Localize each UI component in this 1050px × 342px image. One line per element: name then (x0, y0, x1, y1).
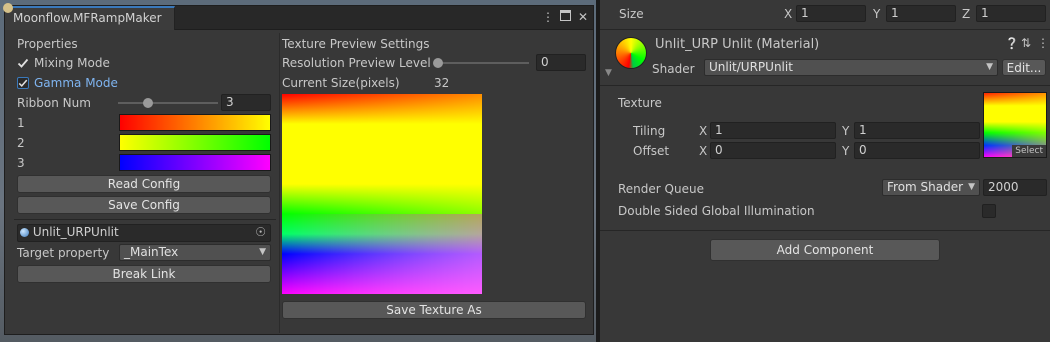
double-sided-gi-checkbox[interactable] (982, 204, 996, 218)
tiling-label: Tiling (633, 124, 666, 138)
section-divider (14, 219, 276, 220)
texture-thumbnail[interactable]: Select (983, 92, 1047, 158)
offset-label: Offset (633, 144, 670, 158)
add-component-button[interactable]: Add Component (710, 239, 940, 261)
ramp-1-gradient[interactable] (119, 114, 271, 131)
ramp-3-gradient[interactable] (119, 154, 271, 171)
mixing-mode-checkbox[interactable] (17, 57, 29, 69)
kebab-menu-icon[interactable]: ⋮ (1037, 36, 1049, 50)
render-queue-label: Render Queue (618, 182, 704, 196)
read-config-button[interactable]: Read Config (17, 175, 271, 193)
current-size-label: Current Size(pixels) (282, 76, 400, 90)
ribbon-num-slider-knob[interactable] (143, 98, 153, 108)
render-queue-field[interactable]: 2000 (983, 179, 1047, 196)
add-component-divider (600, 230, 1050, 231)
size-z-field[interactable]: 1 (976, 5, 1046, 22)
chevron-down-icon: ▼ (968, 182, 975, 192)
ramp-3-label: 3 (17, 156, 25, 170)
current-size-value: 32 (434, 76, 450, 90)
foldout-arrow-icon[interactable]: ▼ (605, 68, 612, 78)
size-y-field[interactable]: 1 (886, 5, 956, 22)
tiling-x-label: X (699, 124, 708, 138)
select-texture-button[interactable]: Select (1012, 145, 1046, 157)
gamma-mode-label: Gamma Mode (34, 76, 118, 90)
window-title: Moonflow.MFRampMaker (13, 11, 162, 25)
resolution-level-field[interactable]: 0 (536, 54, 586, 71)
offset-y-label: Y (842, 144, 850, 158)
shader-value: Unlit/URPUnlit (709, 60, 793, 74)
offset-x-field[interactable]: 0 (710, 142, 836, 159)
component-divider (600, 29, 1050, 30)
resolution-level-slider-knob[interactable] (433, 58, 443, 68)
gamma-mode-checkbox[interactable] (17, 77, 29, 89)
window-tab[interactable]: Moonflow.MFRampMaker (5, 6, 175, 30)
window-badge-icon (3, 3, 13, 13)
render-queue-dropdown[interactable]: From Shader ▼ (882, 179, 980, 196)
properties-heading: Properties (17, 37, 78, 51)
close-icon[interactable]: ✕ (576, 10, 590, 24)
ribbon-num-slider[interactable] (118, 102, 218, 104)
offset-x-label: X (699, 144, 708, 158)
material-preview-icon (615, 37, 647, 69)
target-property-dropdown[interactable]: _MainTex ▼ (119, 244, 271, 261)
double-sided-gi-label: Double Sided Global Illumination (618, 204, 815, 218)
window-titlebar[interactable]: Moonflow.MFRampMaker ⋮ ✕ (5, 6, 593, 30)
mixing-mode-label: Mixing Mode (34, 56, 110, 70)
save-config-button[interactable]: Save Config (17, 196, 271, 214)
break-link-button[interactable]: Break Link (17, 265, 271, 283)
help-icon[interactable]: ❔ (1005, 37, 1019, 50)
material-field-value: Unlit_URPUnlit (32, 225, 119, 239)
texture-preview-panel: Texture Preview Settings Resolution Prev… (279, 33, 589, 333)
render-queue-mode: From Shader (887, 180, 964, 194)
tiling-y-label: Y (842, 124, 850, 138)
material-divider (600, 85, 1050, 86)
ribbon-num-field[interactable]: 3 (221, 94, 271, 111)
edit-shader-button[interactable]: Edit... (1002, 59, 1046, 76)
texture-label: Texture (618, 96, 662, 110)
inspector-panel: Size X 1 Y 1 Z 1 ▼ Unlit_URP Unlit (Mate… (600, 0, 1050, 342)
save-texture-button[interactable]: Save Texture As (282, 301, 586, 319)
target-property-value: _MainTex (124, 245, 179, 259)
object-picker-icon[interactable]: ☉ (255, 225, 266, 240)
ribbon-num-label: Ribbon Num (17, 96, 91, 110)
size-y-label: Y (873, 7, 881, 21)
chevron-down-icon: ▼ (259, 247, 266, 257)
texture-preview-heading: Texture Preview Settings (282, 37, 430, 51)
preset-settings-icon[interactable]: ⇅ (1021, 36, 1031, 50)
size-x-field[interactable]: 1 (796, 5, 866, 22)
ramp-2-label: 2 (17, 136, 25, 150)
ramp-2-gradient[interactable] (119, 134, 271, 151)
maximize-icon[interactable] (558, 10, 572, 24)
target-property-label: Target property (17, 246, 110, 260)
properties-panel: Properties Mixing Mode Gamma Mode Ribbon… (14, 33, 276, 333)
resolution-level-label: Resolution Preview Level (282, 56, 431, 70)
size-label: Size (619, 7, 644, 21)
material-title: Unlit_URP Unlit (Material) (655, 37, 820, 52)
resolution-level-slider[interactable] (437, 62, 529, 64)
ramp-maker-window: Moonflow.MFRampMaker ⋮ ✕ Properties Mixi… (3, 3, 594, 335)
offset-y-field[interactable]: 0 (854, 142, 980, 159)
size-x-label: X (784, 7, 793, 21)
ramp-1-label: 1 (17, 116, 25, 130)
shader-dropdown[interactable]: Unlit/URPUnlit ▼ (704, 59, 998, 76)
material-icon (20, 228, 29, 237)
kebab-menu-icon[interactable]: ⋮ (541, 10, 555, 24)
tiling-y-field[interactable]: 1 (854, 122, 980, 139)
material-object-field[interactable]: Unlit_URPUnlit ☉ (17, 224, 271, 242)
texture-preview-image (282, 94, 482, 294)
size-z-label: Z (962, 7, 971, 21)
shader-label: Shader (652, 62, 695, 76)
chevron-down-icon: ▼ (986, 62, 993, 72)
tiling-x-field[interactable]: 1 (710, 122, 836, 139)
